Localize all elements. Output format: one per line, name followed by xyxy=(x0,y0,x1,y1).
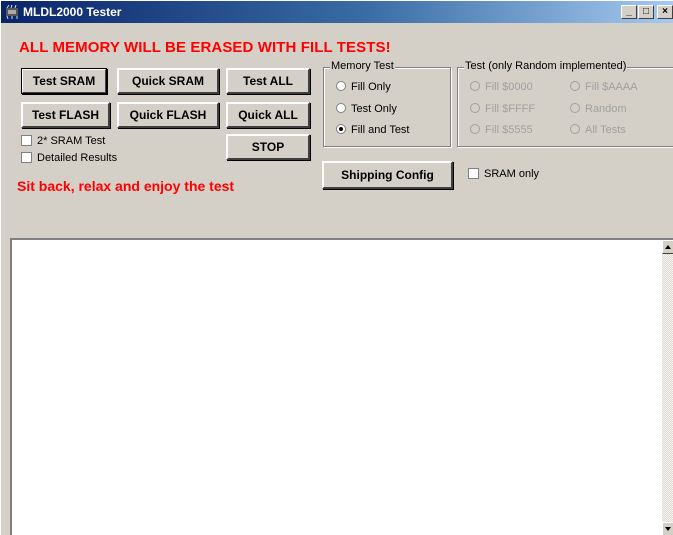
close-button[interactable]: × xyxy=(657,5,673,19)
checkbox-box[interactable] xyxy=(468,168,479,179)
main-window: MLDL2000 Tester _ □ × ALL MEMORY WILL BE… xyxy=(0,0,673,535)
quick-sram-button[interactable]: Quick SRAM xyxy=(117,68,219,94)
sram-only-label: SRAM only xyxy=(484,168,540,180)
sram-only-checkbox[interactable]: SRAM only xyxy=(468,168,539,180)
test-pattern-group: Test (only Random implemented) Fill $000… xyxy=(457,60,673,147)
memory-test-title: Memory Test xyxy=(330,60,395,72)
checkbox-box[interactable] xyxy=(21,152,32,163)
radio-dot-selected[interactable] xyxy=(336,124,346,134)
radio-fill-ffff[interactable]: Fill $FFFF xyxy=(470,103,535,115)
test-flash-button[interactable]: Test FLASH xyxy=(21,102,110,128)
title-bar[interactable]: MLDL2000 Tester _ □ × xyxy=(1,1,673,23)
scroll-up-icon xyxy=(665,245,671,249)
test-sram-button[interactable]: Test SRAM xyxy=(21,68,107,94)
radio-dot[interactable] xyxy=(470,81,480,91)
memory-test-group: Memory Test Fill Only Test Only Fill and… xyxy=(323,60,451,147)
detailed-results-checkbox[interactable]: Detailed Results xyxy=(21,152,117,164)
radio-dot[interactable] xyxy=(336,103,346,113)
radio-label: Fill $FFFF xyxy=(485,103,536,115)
radio-all-tests[interactable]: All Tests xyxy=(570,124,626,136)
radio-fill-and-test[interactable]: Fill and Test xyxy=(336,124,410,136)
window-title: MLDL2000 Tester xyxy=(23,5,122,19)
detailed-results-label: Detailed Results xyxy=(37,152,118,164)
radio-fill-only[interactable]: Fill Only xyxy=(336,81,391,93)
radio-random[interactable]: Random xyxy=(570,103,627,115)
maximize-button[interactable]: □ xyxy=(638,5,654,19)
test-pattern-title: Test (only Random implemented) xyxy=(464,60,628,72)
scroll-down-icon xyxy=(665,527,671,531)
test-all-button[interactable]: Test ALL xyxy=(226,68,310,94)
radio-dot[interactable] xyxy=(570,81,580,91)
radio-label: Fill $0000 xyxy=(485,81,533,93)
sram2x-checkbox[interactable]: 2* SRAM Test xyxy=(21,135,105,147)
status-message: Sit back, relax and enjoy the test xyxy=(17,178,235,194)
quick-all-button[interactable]: Quick ALL xyxy=(226,102,310,128)
radio-fill-aaaa[interactable]: Fill $AAAA xyxy=(570,81,638,93)
radio-label: Test Only xyxy=(351,103,397,115)
radio-fill-0000[interactable]: Fill $0000 xyxy=(470,81,533,93)
minimize-icon: _ xyxy=(626,6,632,17)
shipping-config-button[interactable]: Shipping Config xyxy=(322,161,453,189)
stop-button[interactable]: STOP xyxy=(226,134,310,160)
radio-dot[interactable] xyxy=(470,103,480,113)
scroll-down-button[interactable] xyxy=(662,522,673,535)
radio-label: Fill $5555 xyxy=(485,124,533,136)
radio-label: Fill and Test xyxy=(351,124,410,136)
maximize-icon: □ xyxy=(642,6,650,17)
results-log[interactable] xyxy=(10,238,673,535)
radio-label: Random xyxy=(585,103,627,115)
app-icon xyxy=(6,5,18,19)
log-scrollbar[interactable] xyxy=(662,240,673,535)
radio-fill-5555[interactable]: Fill $5555 xyxy=(470,124,533,136)
radio-dot[interactable] xyxy=(570,103,580,113)
scroll-up-button[interactable] xyxy=(662,240,673,254)
sram2x-label: 2* SRAM Test xyxy=(37,135,106,147)
radio-label: Fill $AAAA xyxy=(585,81,638,93)
checkbox-box[interactable] xyxy=(21,135,32,146)
radio-label: Fill Only xyxy=(351,81,391,93)
erase-warning: ALL MEMORY WILL BE ERASED WITH FILL TEST… xyxy=(19,39,391,56)
radio-label: All Tests xyxy=(585,124,626,136)
close-icon: × xyxy=(662,6,668,17)
quick-flash-button[interactable]: Quick FLASH xyxy=(117,102,219,128)
radio-test-only[interactable]: Test Only xyxy=(336,103,397,115)
radio-dot[interactable] xyxy=(470,124,480,134)
radio-dot[interactable] xyxy=(336,81,346,91)
radio-dot[interactable] xyxy=(570,124,580,134)
minimize-button[interactable]: _ xyxy=(621,5,637,19)
